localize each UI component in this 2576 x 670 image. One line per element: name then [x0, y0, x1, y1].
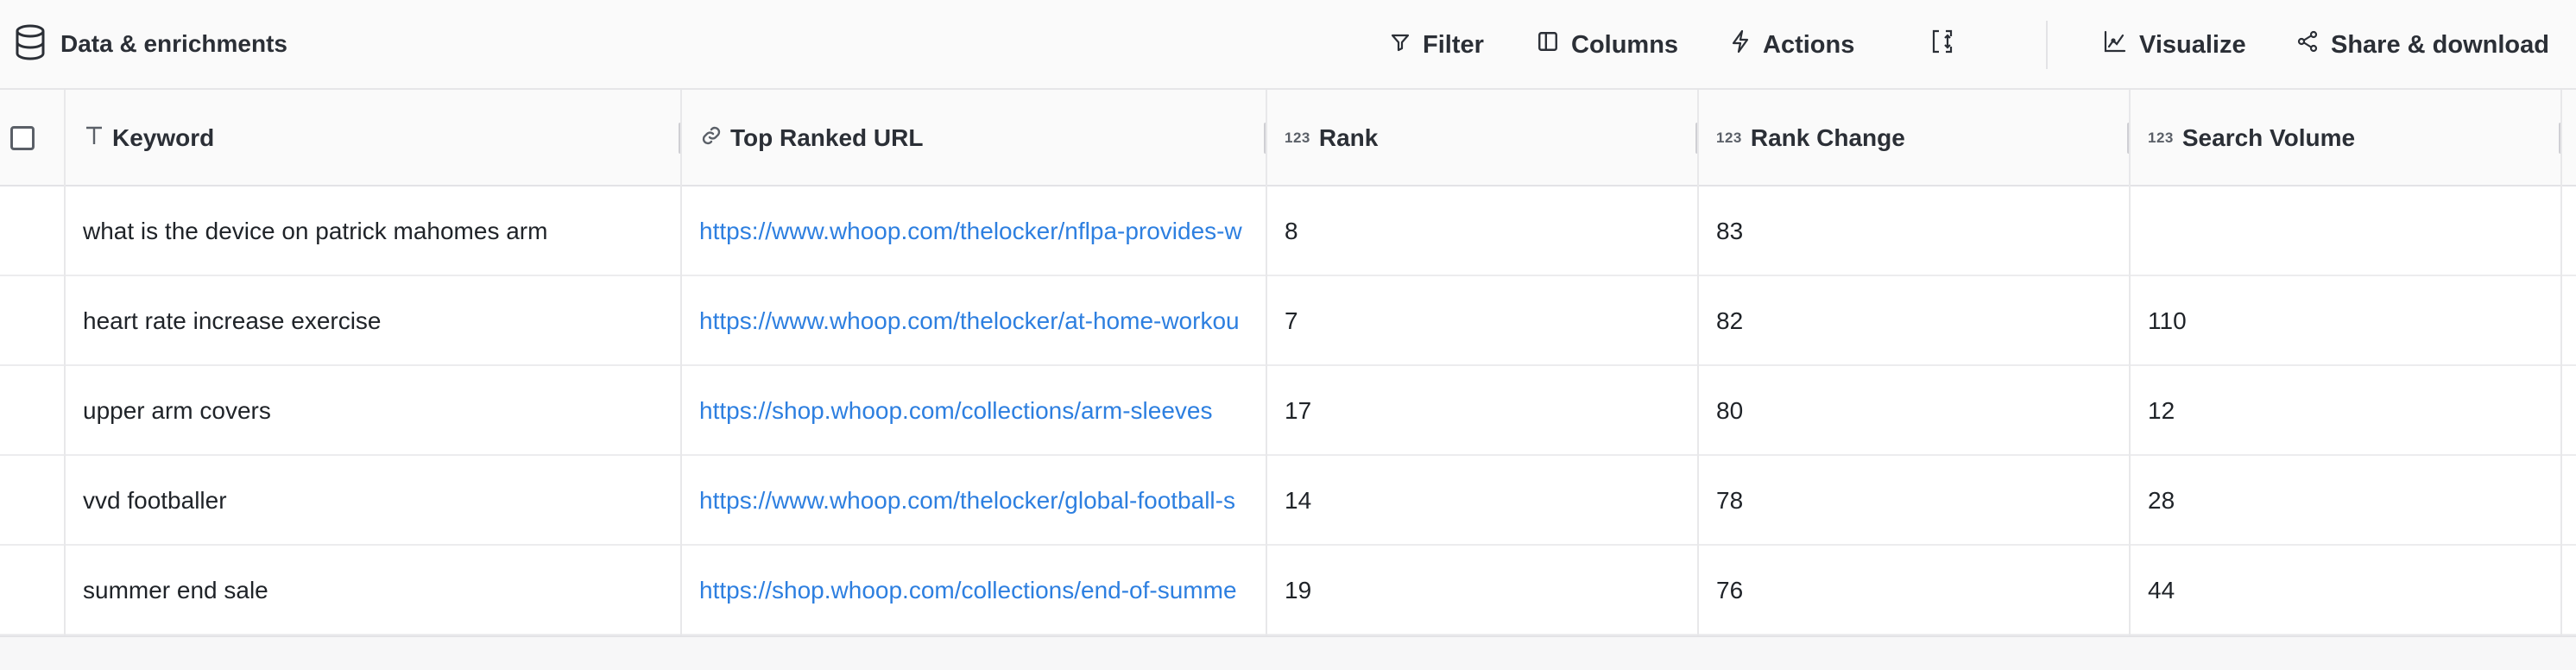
rank-cell[interactable]: 19 [1285, 546, 1690, 635]
select-all-checkbox[interactable] [10, 126, 35, 150]
column-header-keyword[interactable]: Keyword [85, 90, 214, 186]
keyword-cell[interactable]: vvd footballer [83, 456, 675, 546]
column-divider [1266, 90, 1267, 186]
toolbar: Data & enrichments Filter Columns Action… [0, 0, 2576, 90]
text-type-icon [85, 124, 104, 152]
search-volume-cell[interactable]: 110 [2148, 276, 2554, 366]
number-type-icon: 123 [1716, 130, 1742, 146]
chart-icon [2103, 29, 2127, 60]
table-header: Keyword Top Ranked URL 123 Rank 123 Rank… [0, 90, 2576, 186]
rank-cell[interactable]: 7 [1285, 276, 1690, 366]
column-divider [2129, 90, 2131, 186]
column-divider [1697, 90, 1699, 186]
toolbar-divider [2046, 21, 2048, 69]
rank-cell[interactable]: 8 [1285, 186, 1690, 276]
rank-cell[interactable]: 17 [1285, 366, 1690, 456]
visualize-label: Visualize [2139, 30, 2246, 59]
table-row[interactable]: upper arm covers https://shop.whoop.com/… [0, 366, 2576, 456]
data-table: Keyword Top Ranked URL 123 Rank 123 Rank… [0, 90, 2576, 635]
columns-button[interactable]: Columns [1537, 22, 1678, 67]
column-divider [680, 186, 682, 635]
column-header-label: Search Volume [2181, 124, 2356, 151]
url-link[interactable]: https://shop.whoop.com/collections/end-o… [699, 546, 1266, 635]
actions-button[interactable]: Actions [1730, 22, 1854, 67]
link-icon [701, 124, 722, 152]
number-type-icon: 123 [2148, 130, 2174, 146]
url-link[interactable]: https://www.whoop.com/thelocker/at-home-… [699, 276, 1266, 366]
column-divider [64, 186, 66, 635]
column-divider [64, 90, 66, 186]
column-header-label: Keyword [112, 124, 215, 151]
search-volume-cell[interactable]: 12 [2148, 366, 2554, 456]
table-footer [0, 635, 2576, 670]
column-divider [1266, 186, 1267, 635]
column-divider [2560, 186, 2562, 635]
columns-label: Columns [1571, 30, 1679, 59]
column-header-label: Rank [1318, 124, 1379, 151]
search-volume-cell[interactable]: 44 [2148, 546, 2554, 635]
url-link[interactable]: https://shop.whoop.com/collections/arm-s… [699, 366, 1266, 456]
rank-change-cell[interactable]: 83 [1716, 186, 2122, 276]
page-title: Data & enrichments [60, 30, 287, 57]
column-header-search-volume[interactable]: 123 Search Volume [2148, 90, 2355, 186]
column-header-rank-change[interactable]: 123 Rank Change [1716, 90, 1905, 186]
share-download-button[interactable]: Share & download [2296, 22, 2549, 67]
number-type-icon: 123 [1285, 130, 1310, 146]
url-link[interactable]: https://www.whoop.com/thelocker/global-f… [699, 456, 1266, 546]
expand-view-button[interactable] [1930, 22, 1954, 67]
share-download-label: Share & download [2331, 30, 2549, 59]
table-row[interactable]: what is the device on patrick mahomes ar… [0, 186, 2576, 276]
rank-change-cell[interactable]: 80 [1716, 366, 2122, 456]
table-row[interactable]: summer end sale https://shop.whoop.com/c… [0, 546, 2576, 635]
column-divider [680, 90, 682, 186]
search-volume-cell[interactable] [2148, 186, 2554, 276]
actions-label: Actions [1763, 30, 1855, 59]
toolbar-left: Data & enrichments [0, 24, 287, 65]
keyword-cell[interactable]: upper arm covers [83, 366, 675, 456]
share-icon [2296, 30, 2319, 60]
rank-change-cell[interactable]: 82 [1716, 276, 2122, 366]
column-header-label: Top Ranked URL [730, 124, 924, 151]
url-link[interactable]: https://www.whoop.com/thelocker/nflpa-pr… [699, 186, 1266, 276]
column-header-rank[interactable]: 123 Rank [1285, 90, 1378, 186]
column-divider [1697, 186, 1699, 635]
rank-cell[interactable]: 14 [1285, 456, 1690, 546]
keyword-cell[interactable]: summer end sale [83, 546, 675, 635]
filter-icon [1390, 31, 1411, 60]
column-divider [2129, 186, 2131, 635]
column-header-label: Rank Change [1750, 124, 1905, 151]
filter-label: Filter [1423, 30, 1484, 59]
rank-change-cell[interactable]: 76 [1716, 546, 2122, 635]
search-volume-cell[interactable]: 28 [2148, 456, 2554, 546]
lightning-icon [1730, 29, 1751, 60]
filter-button[interactable]: Filter [1390, 22, 1484, 67]
database-icon [14, 24, 47, 65]
keyword-cell[interactable]: what is the device on patrick mahomes ar… [83, 186, 675, 276]
keyword-cell[interactable]: heart rate increase exercise [83, 276, 675, 366]
table-row[interactable]: vvd footballer https://www.whoop.com/the… [0, 456, 2576, 546]
rank-change-cell[interactable]: 78 [1716, 456, 2122, 546]
visualize-button[interactable]: Visualize [2103, 22, 2246, 67]
expand-icon [1930, 28, 1954, 61]
table-row[interactable]: heart rate increase exercise https://www… [0, 276, 2576, 366]
column-divider [2560, 90, 2562, 186]
column-header-top-ranked-url[interactable]: Top Ranked URL [701, 90, 923, 186]
columns-icon [1537, 30, 1559, 60]
